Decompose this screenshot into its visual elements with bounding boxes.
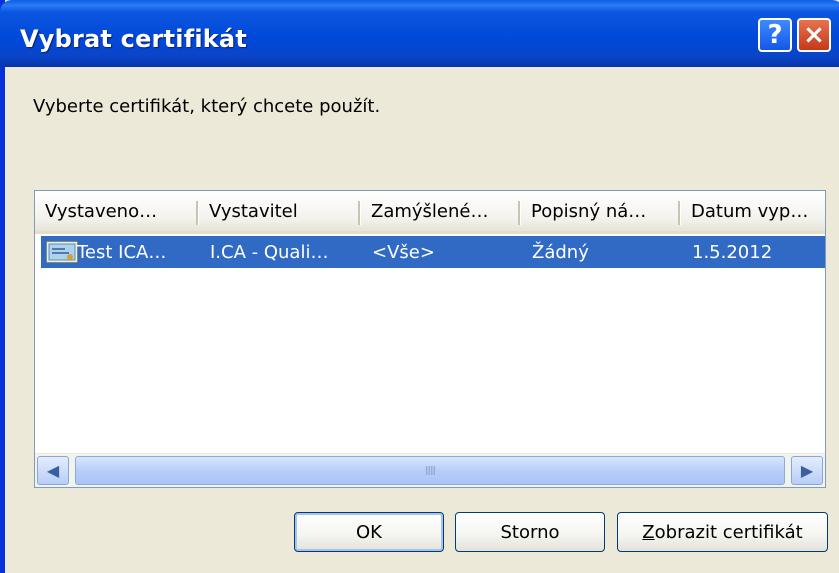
column-header-label: Popisný ná…	[531, 200, 647, 222]
column-header-issued-to[interactable]: Vystaveno…	[35, 191, 196, 231]
window-title: Vybrat certifikát	[20, 25, 247, 53]
access-key-letter: Z	[642, 521, 655, 543]
view-certificate-button[interactable]: Zobrazit certifikát	[617, 512, 828, 552]
scroll-right-button[interactable]: ▶	[791, 456, 823, 485]
cell-issuer: I.CA - Quali…	[210, 241, 329, 263]
certificate-icon	[45, 240, 79, 264]
chevron-right-icon: ▶	[800, 461, 814, 480]
title-bar[interactable]: Vybrat certifikát ? ×	[0, 0, 839, 67]
cell-expiration-date: 1.5.2012	[692, 241, 773, 263]
ok-button[interactable]: OK	[294, 512, 444, 552]
certificate-list[interactable]: Vystaveno… Vystavitel Zamýšlené… Popisný…	[34, 190, 826, 488]
scroll-left-button[interactable]: ◀	[37, 456, 69, 485]
column-header-label: Vystavitel	[209, 200, 298, 222]
close-button[interactable]: ×	[797, 18, 831, 52]
close-icon: ×	[803, 20, 825, 50]
help-icon: ?	[767, 20, 783, 50]
view-certificate-label: obrazit certifikát	[654, 521, 803, 543]
cell-issued-to: Test ICA…	[77, 241, 167, 263]
table-row[interactable]: Test ICA… I.CA - Quali… <Vše> Žádný 1.5.…	[41, 236, 825, 268]
column-header-label: Datum vyp…	[691, 200, 809, 222]
list-header: Vystaveno… Vystavitel Zamýšlené… Popisný…	[35, 191, 825, 234]
column-header-label: Vystaveno…	[45, 200, 158, 222]
column-header-label: Zamýšlené…	[371, 200, 489, 222]
chevron-left-icon: ◀	[46, 461, 60, 480]
instruction-text: Vyberte certifikát, který chcete použít.	[33, 96, 381, 117]
cancel-button[interactable]: Storno	[455, 512, 605, 552]
scrollbar-thumb[interactable]: IIII	[75, 456, 785, 485]
horizontal-scrollbar[interactable]: ◀ IIII ▶	[35, 453, 825, 487]
column-header-friendly-name[interactable]: Popisný ná…	[521, 191, 681, 231]
help-button[interactable]: ?	[758, 18, 792, 52]
column-header-issuer[interactable]: Vystavitel	[199, 191, 366, 231]
cell-intended-purposes: <Vše>	[372, 241, 435, 263]
grip-icon: IIII	[424, 463, 436, 478]
select-certificate-dialog: Vybrat certifikát ? × Vyberte certifikát…	[0, 0, 839, 573]
column-header-intended-purposes[interactable]: Zamýšlené…	[361, 191, 521, 231]
column-header-expiration-date[interactable]: Datum vyp…	[681, 191, 825, 231]
cell-friendly-name: Žádný	[532, 241, 589, 263]
